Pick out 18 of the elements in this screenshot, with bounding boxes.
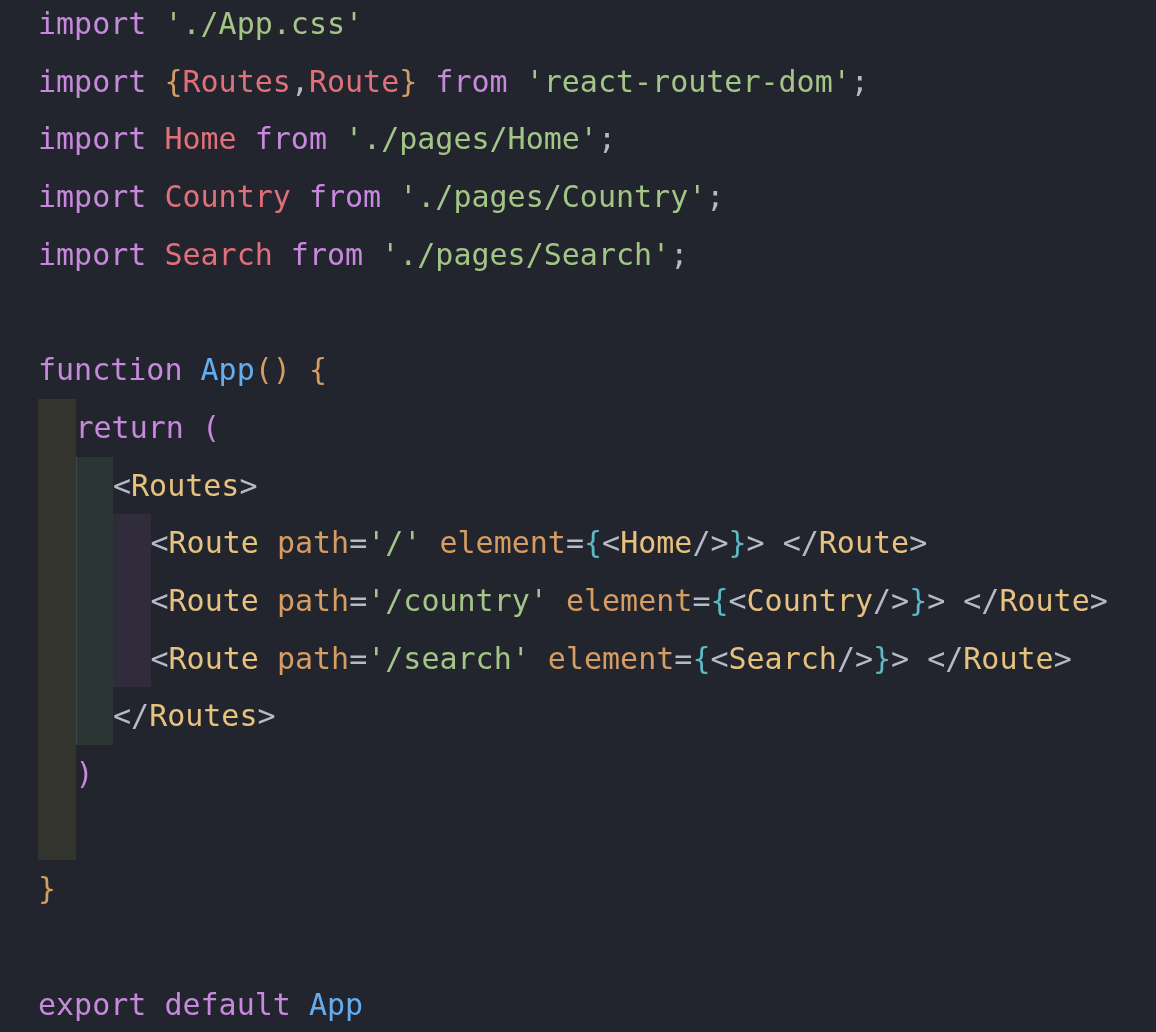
indent-guide [75, 456, 113, 515]
code-line: export default App [38, 985, 364, 1024]
code-line: import {Routes,Route} from 'react-router-dom'; [38, 62, 869, 101]
code-line: <Route path='/' element={<Home/>}> </Route> [150, 524, 928, 563]
indent-guide [38, 398, 76, 457]
code-line: import Home from './pages/Home'; [38, 120, 616, 159]
code-line: <Route path='/country' element={<Country/>}> </Route> [150, 581, 1108, 620]
code-line: </Routes> [113, 697, 276, 736]
indent-guide [75, 687, 113, 745]
code-line: function App() { [38, 351, 327, 390]
code-line: return ( [75, 408, 220, 447]
code-line: ) [75, 754, 94, 793]
code-line: <Routes> [113, 466, 258, 505]
code-line: import Search from './pages/Search'; [38, 235, 689, 274]
code-line: } [38, 870, 57, 909]
code-line: import Country from './pages/Country'; [38, 178, 725, 217]
code-line: import './App.css' [38, 5, 364, 43]
code-line: <Route path='/search' element={<Search/>}> </Route> [150, 639, 1072, 678]
